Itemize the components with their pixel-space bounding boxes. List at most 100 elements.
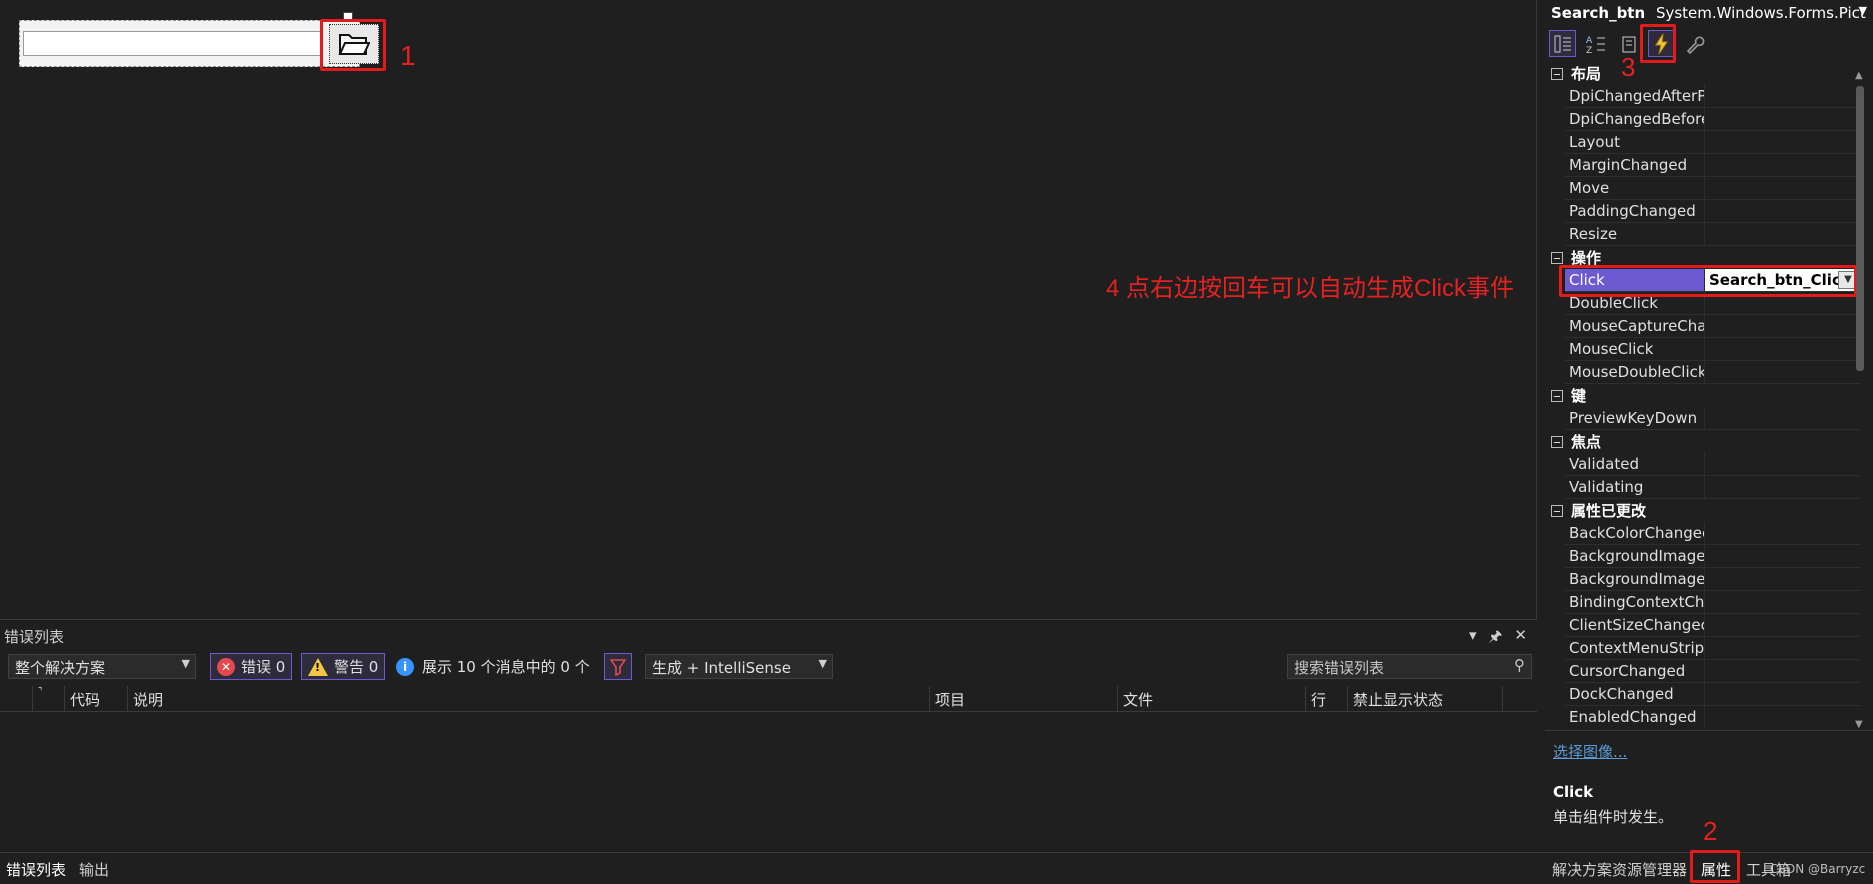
event-value[interactable]: [1705, 683, 1860, 706]
properties-scrollbar[interactable]: ▲ ▼: [1853, 70, 1867, 730]
description-title: Click: [1553, 783, 1594, 801]
event-row[interactable]: Validating: [1545, 476, 1860, 499]
event-name: MouseCaptureCha: [1565, 315, 1705, 338]
category-layout[interactable]: 布局: [1545, 62, 1860, 85]
event-value[interactable]: [1705, 591, 1860, 614]
event-value[interactable]: [1705, 476, 1860, 499]
event-row[interactable]: ClientSizeChangec: [1545, 614, 1860, 637]
wrench-icon: [1686, 36, 1704, 54]
column-description[interactable]: 说明: [128, 686, 930, 712]
path-textbox[interactable]: [23, 31, 323, 56]
event-row[interactable]: ContextMenuStrip: [1545, 637, 1860, 660]
event-grid[interactable]: 布局 DpiChangedAfterP DpiChangedBefore Lay…: [1545, 62, 1860, 728]
error-list-title: 错误列表: [4, 628, 65, 646]
category-focus[interactable]: 焦点: [1545, 430, 1860, 453]
tab-output[interactable]: 输出: [79, 859, 109, 880]
collapse-icon[interactable]: [1551, 67, 1563, 80]
choose-image-link[interactable]: 选择图像...: [1553, 741, 1627, 762]
event-row[interactable]: EnabledChanged: [1545, 706, 1860, 728]
event-row[interactable]: BackgroundImage: [1545, 568, 1860, 591]
warnings-filter-button[interactable]: 警告 0: [301, 653, 386, 680]
tab-solution-explorer[interactable]: 解决方案资源管理器: [1552, 859, 1687, 880]
event-value[interactable]: [1705, 407, 1860, 430]
pin-icon[interactable]: 🖈: [1489, 626, 1503, 651]
form-designer[interactable]: 1: [0, 0, 1537, 620]
event-value[interactable]: [1705, 614, 1860, 637]
event-row[interactable]: BindingContextCh: [1545, 591, 1860, 614]
event-value[interactable]: [1705, 568, 1860, 591]
event-value[interactable]: [1705, 154, 1860, 177]
dropdown-icon[interactable]: ▾: [1469, 626, 1477, 651]
error-list-panel: 错误列表 ▾ 🖈 ✕ 整个解决方案 ▼ ✕ 错误 0 警告 0 i 展示 10 …: [0, 622, 1537, 852]
event-row[interactable]: CursorChanged: [1545, 660, 1860, 683]
event-row[interactable]: MouseDoubleClick: [1545, 361, 1860, 384]
event-value[interactable]: [1705, 315, 1860, 338]
event-row[interactable]: Layout: [1545, 131, 1860, 154]
errors-filter-button[interactable]: ✕ 错误 0: [210, 653, 293, 680]
event-value[interactable]: [1705, 200, 1860, 223]
event-name: MouseDoubleClick: [1565, 361, 1705, 384]
build-source-select[interactable]: 生成 + IntelliSense ▼: [645, 654, 833, 679]
event-value[interactable]: [1705, 545, 1860, 568]
chevron-down-icon: ▼: [818, 657, 827, 670]
event-row[interactable]: PreviewKeyDown: [1545, 407, 1860, 430]
event-row[interactable]: MouseClick: [1545, 338, 1860, 361]
event-value[interactable]: [1705, 177, 1860, 200]
tab-error-list[interactable]: 错误列表: [6, 859, 66, 880]
collapse-icon[interactable]: [1551, 251, 1563, 264]
event-name: PreviewKeyDown: [1565, 407, 1705, 430]
messages-filter-button[interactable]: i 展示 10 个消息中的 0 个: [396, 656, 590, 677]
column-file[interactable]: 文件: [1118, 686, 1306, 712]
event-row[interactable]: BackgroundImage: [1545, 545, 1860, 568]
scroll-down-icon[interactable]: ▼: [1855, 719, 1863, 730]
annotation-box-1: [320, 19, 386, 71]
collapse-icon[interactable]: [1551, 389, 1563, 402]
watermark: CSDN @Barryzc: [1770, 862, 1866, 876]
scroll-up-icon[interactable]: ▲: [1855, 70, 1863, 81]
category-key[interactable]: 键: [1545, 384, 1860, 407]
event-value[interactable]: [1705, 706, 1860, 728]
form-control-group[interactable]: [19, 20, 379, 67]
error-search-input[interactable]: 搜索错误列表 ⚲: [1287, 654, 1532, 679]
collapse-icon[interactable]: [1551, 435, 1563, 448]
collapse-icon[interactable]: [1551, 504, 1563, 517]
event-row[interactable]: DpiChangedAfterP: [1545, 85, 1860, 108]
event-row[interactable]: MouseCaptureCha: [1545, 315, 1860, 338]
event-row[interactable]: Move: [1545, 177, 1860, 200]
column-code[interactable]: 代码: [65, 686, 128, 712]
scrollbar-thumb[interactable]: [1856, 86, 1864, 371]
close-icon[interactable]: ✕: [1514, 626, 1527, 651]
event-name: EnabledChanged: [1565, 706, 1705, 728]
event-value[interactable]: [1705, 660, 1860, 683]
property-pages-button[interactable]: [1681, 30, 1708, 57]
categorized-button[interactable]: [1549, 30, 1576, 57]
event-value[interactable]: [1705, 85, 1860, 108]
event-row[interactable]: PaddingChanged: [1545, 200, 1860, 223]
column-suppression[interactable]: 禁止显示状态: [1348, 686, 1503, 712]
object-selector[interactable]: Search_btn System.Windows.Forms.Pict ▼: [1551, 4, 1867, 28]
event-value[interactable]: [1705, 522, 1860, 545]
event-row[interactable]: DockChanged: [1545, 683, 1860, 706]
event-value[interactable]: [1705, 131, 1860, 154]
event-value[interactable]: [1705, 108, 1860, 131]
event-value[interactable]: [1705, 338, 1860, 361]
event-row[interactable]: Validated: [1545, 453, 1860, 476]
alphabetical-button[interactable]: AZ: [1582, 30, 1609, 57]
event-value[interactable]: [1705, 361, 1860, 384]
event-row[interactable]: MarginChanged: [1545, 154, 1860, 177]
event-row[interactable]: DpiChangedBefore: [1545, 108, 1860, 131]
scope-select[interactable]: 整个解决方案 ▼: [8, 654, 196, 679]
event-name: BackgroundImage: [1565, 568, 1705, 591]
event-row[interactable]: Resize: [1545, 223, 1860, 246]
filter-button[interactable]: [604, 653, 632, 680]
column-sort[interactable]: ⌝: [33, 686, 65, 712]
event-value[interactable]: [1705, 637, 1860, 660]
category-property-changed[interactable]: 属性已更改: [1545, 499, 1860, 522]
column-line[interactable]: 行: [1306, 686, 1348, 712]
column-project[interactable]: 项目: [930, 686, 1118, 712]
event-value[interactable]: [1705, 453, 1860, 476]
event-value[interactable]: [1705, 223, 1860, 246]
description-text: 单击组件时发生。: [1553, 808, 1674, 826]
filter-icon: [610, 658, 626, 676]
event-row[interactable]: BackColorChangec: [1545, 522, 1860, 545]
